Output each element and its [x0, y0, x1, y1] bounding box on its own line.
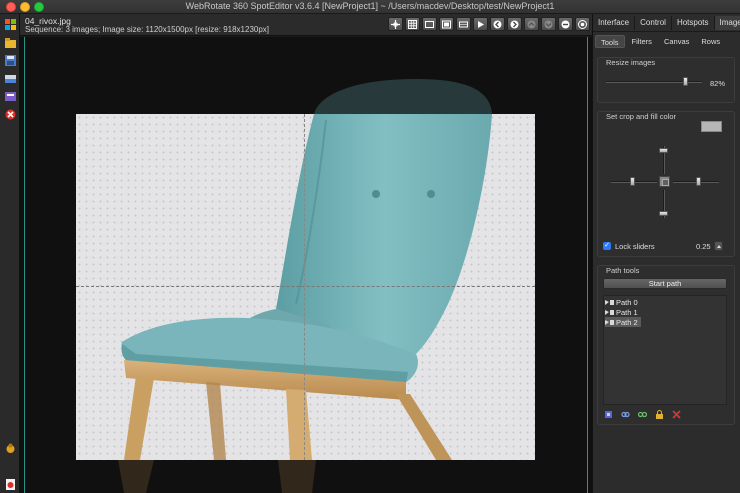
window-title: WebRotate 360 SpotEditor v3.6.4 [NewProj… — [185, 1, 555, 11]
chair-image — [121, 114, 492, 460]
lock-icon[interactable] — [655, 410, 664, 419]
left-toolbar — [0, 14, 20, 493]
list-item[interactable]: Path 0 — [605, 297, 641, 307]
image-canvas[interactable] — [20, 37, 592, 493]
rect-icon — [442, 20, 451, 28]
bug-icon[interactable] — [5, 443, 16, 454]
target-button[interactable] — [575, 17, 590, 31]
crop-center-button[interactable] — [659, 176, 670, 187]
up-icon — [527, 20, 536, 28]
crop-left-slider[interactable] — [630, 177, 635, 186]
tab-images[interactable]: Images — [714, 16, 740, 30]
subtab-canvas[interactable]: Canvas — [659, 35, 694, 48]
fill-color-swatch[interactable] — [701, 121, 722, 132]
crop-title: Set crop and fill color — [606, 112, 677, 121]
path-item-label: Path 0 — [616, 297, 638, 307]
main-tabs: Interface Control Hotspots Images — [593, 16, 740, 32]
crop-guide-vertical[interactable] — [304, 114, 305, 460]
move-button[interactable] — [388, 17, 403, 31]
lock-sliders-checkbox[interactable]: ✓ — [603, 242, 611, 250]
path-item-label: Path 1 — [616, 307, 638, 317]
canvas-toolbar — [388, 17, 590, 32]
product-photo[interactable] — [76, 114, 535, 460]
path-icon — [605, 319, 614, 325]
properties-panel: Interface Control Hotspots Images Tools … — [592, 14, 740, 493]
up-button[interactable] — [524, 17, 539, 31]
subtab-filters[interactable]: Filters — [627, 35, 657, 48]
tab-hotspots[interactable]: Hotspots — [672, 16, 715, 30]
sequence-info: Sequence: 3 images; Image size: 1120x150… — [25, 25, 270, 34]
delete-icon[interactable] — [672, 410, 681, 419]
info-bar: 04_rivox.jpg Sequence: 3 images; Image s… — [20, 14, 592, 36]
resize-title: Resize images — [606, 58, 656, 67]
path-item-label: Path 2 — [616, 317, 638, 327]
list-item[interactable]: Path 1 — [605, 307, 641, 317]
crop-right-slider[interactable] — [696, 177, 701, 186]
lock-value-stepper[interactable] — [714, 241, 723, 251]
subtab-rows[interactable]: Rows — [696, 35, 725, 48]
path-icon — [605, 309, 614, 315]
resize-value: 82% — [710, 79, 726, 88]
next-icon — [510, 20, 519, 28]
export-icon[interactable] — [5, 91, 16, 102]
frame-icon — [425, 20, 434, 28]
frame-button[interactable] — [422, 17, 437, 31]
minus-icon — [561, 20, 570, 28]
path-actions — [604, 410, 681, 419]
tab-interface[interactable]: Interface — [593, 16, 636, 30]
lock-sliders-value: 0.25 — [696, 242, 711, 251]
close-icon[interactable] — [5, 109, 16, 120]
subtab-tools[interactable]: Tools — [595, 35, 625, 48]
down-button[interactable] — [541, 17, 556, 31]
path-tools-title: Path tools — [606, 266, 640, 275]
target-icon — [578, 19, 587, 29]
play-icon — [478, 20, 484, 28]
unlink-icon[interactable] — [637, 410, 648, 419]
crop-bottom-slider[interactable] — [659, 211, 668, 216]
path-list[interactable]: Path 0 Path 1 Path 2 — [603, 295, 727, 405]
play-button[interactable] — [473, 17, 488, 31]
pdf-icon[interactable] — [5, 479, 16, 490]
film-icon — [459, 21, 468, 27]
rect-button[interactable] — [439, 17, 454, 31]
move-icon — [391, 19, 400, 29]
save-icon[interactable] — [5, 55, 16, 66]
sub-tabs: Tools Filters Canvas Rows — [595, 35, 725, 49]
crop-guide-horizontal[interactable] — [76, 286, 535, 287]
list-item[interactable]: Path 2 — [605, 317, 641, 327]
inbox-icon[interactable] — [5, 73, 16, 84]
film-button[interactable] — [456, 17, 471, 31]
path-icon — [605, 299, 614, 305]
select-icon[interactable] — [604, 410, 613, 419]
resize-slider-knob[interactable] — [682, 77, 688, 86]
minus-button[interactable] — [558, 17, 573, 31]
folder-icon[interactable] — [5, 37, 16, 48]
prev-icon — [493, 20, 502, 28]
lock-sliders-label: Lock sliders — [615, 242, 655, 251]
start-path-button[interactable]: Start path — [603, 278, 727, 289]
title-bar: WebRotate 360 SpotEditor v3.6.4 [NewProj… — [0, 0, 740, 14]
windows-logo-icon[interactable] — [5, 19, 16, 30]
grid-button[interactable] — [405, 17, 420, 31]
prev-button[interactable] — [490, 17, 505, 31]
next-button[interactable] — [507, 17, 522, 31]
tab-control[interactable]: Control — [635, 16, 672, 30]
grid-icon — [408, 19, 417, 29]
crop-top-slider[interactable] — [659, 148, 668, 153]
down-icon — [544, 20, 553, 28]
link-icon[interactable] — [621, 410, 630, 419]
resize-group: Resize images 82% — [597, 57, 735, 103]
